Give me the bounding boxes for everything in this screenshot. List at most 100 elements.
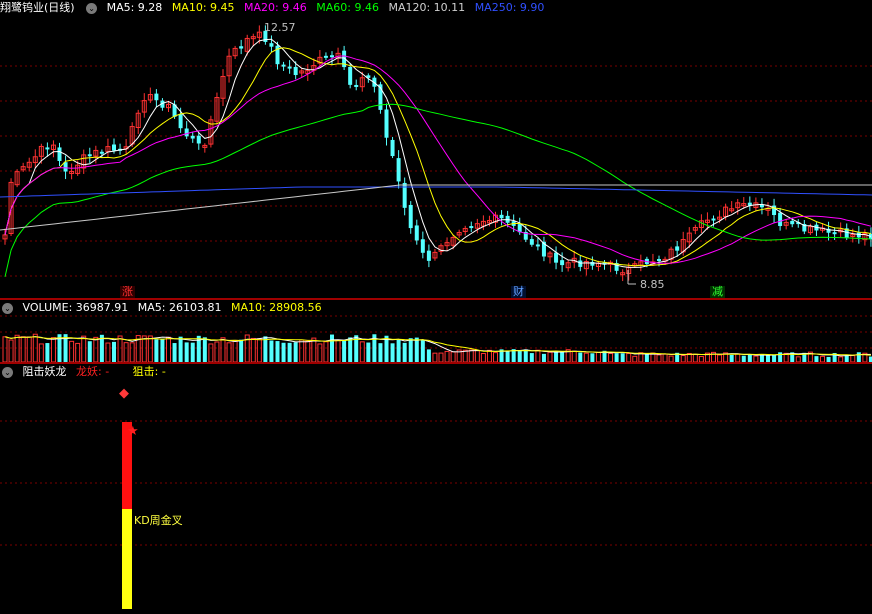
volume-bar-up	[166, 336, 171, 362]
low-price-label: 8.85	[640, 278, 665, 291]
indicator-header: ⌄ 阻击妖龙 龙妖: - 狙击: -	[0, 364, 172, 380]
candle-body-down	[112, 144, 116, 151]
volume-bar-up	[626, 353, 632, 362]
volume-bar-down	[263, 336, 268, 362]
stock-title: 翔鹭钨业(日线)	[0, 1, 75, 14]
long-yao-label: 龙妖: -	[76, 365, 110, 378]
kd-golden-cross-label: KD周金叉	[134, 514, 183, 527]
ma5-label: MA5: 9.28	[106, 1, 163, 14]
volume-bar-down	[554, 351, 559, 362]
volume-bar-down	[330, 334, 334, 362]
candle-body-down	[420, 239, 425, 253]
candle-body-down	[281, 64, 286, 67]
volume-bar-up	[317, 343, 323, 362]
ma20-line	[4, 55, 872, 264]
volume-bar-up	[480, 353, 486, 362]
candlestick-chart	[0, 25, 872, 285]
candle-body-down	[178, 114, 183, 129]
volume-options-icon[interactable]: ⌄	[2, 302, 13, 314]
snipe-label: 狙击: -	[132, 365, 166, 378]
volume-bar-up	[38, 343, 44, 362]
volume-bar-down	[184, 342, 189, 362]
volume-bar-down	[541, 353, 546, 362]
options-chevron-icon[interactable]: ⌄	[86, 2, 98, 14]
candle-body-down	[554, 252, 559, 263]
volume-bar-up	[656, 354, 662, 362]
volume-bar-up	[311, 337, 317, 362]
volume-bar-up	[305, 340, 311, 362]
candle-body-down	[99, 151, 104, 154]
indicator-options-icon[interactable]: ⌄	[2, 366, 13, 378]
candle-body-down	[354, 84, 359, 87]
volume-bar-up	[299, 339, 305, 362]
volume-bar-down	[523, 349, 528, 362]
volume-bar-down	[202, 337, 207, 362]
volume-bar-down	[856, 352, 861, 362]
candle-body-down	[499, 214, 504, 219]
candle-body-down	[778, 212, 783, 227]
volume-bar-down	[293, 342, 298, 362]
volume-bar-down	[426, 349, 431, 362]
volume-bar-up	[8, 339, 14, 362]
volume-bar-up	[81, 335, 87, 362]
price-header: 翔鹭钨业(日线) ⌄ MA5: 9.28 MA10: 9.45 MA20: 9.…	[0, 0, 550, 16]
candle-body-down	[87, 154, 92, 157]
marker-cai[interactable]: 财	[511, 286, 526, 298]
marker-zhang[interactable]: 涨	[120, 286, 135, 298]
candle-body-down	[426, 250, 431, 261]
candle-body-down	[269, 43, 274, 47]
candle-body-down	[408, 204, 413, 229]
volume-bar-up	[220, 337, 226, 362]
volume-bar-up	[129, 342, 135, 362]
volume-bar-down	[178, 336, 183, 362]
candle-body-down	[675, 246, 680, 251]
volume-bar-down	[644, 354, 649, 362]
volume-bar-up	[26, 336, 32, 362]
candle-body-down	[469, 226, 474, 229]
volume-ma10-label: MA10: 28908.56	[230, 301, 322, 314]
volume-bar-up	[214, 341, 220, 362]
candle-body-down	[529, 239, 534, 245]
candle-body-down	[560, 260, 565, 266]
volume-bar-up	[93, 336, 99, 362]
volume-bar-up	[105, 342, 111, 362]
volume-bar-down	[342, 339, 347, 362]
volume-bar-up	[462, 349, 468, 362]
marker-jian[interactable]: 减	[710, 286, 725, 298]
volume-bar-up	[250, 337, 256, 362]
volume-bar-down	[529, 353, 534, 362]
volume-bar-down	[614, 353, 619, 362]
volume-bar-up	[14, 334, 20, 362]
volume-bar-down	[729, 354, 734, 362]
volume-bar-down	[239, 339, 244, 362]
volume-bar-up	[468, 349, 474, 362]
volume-bar-down	[420, 339, 425, 362]
volume-pane: ⌄ VOLUME: 36987.91 MA5: 26103.81 MA10: 2…	[0, 300, 872, 362]
volume-bar-down	[390, 343, 395, 362]
candle-body-down	[711, 218, 716, 221]
volume-bar-down	[160, 338, 165, 362]
ma60-label: MA60: 9.46	[316, 1, 379, 14]
volume-bar-down	[275, 341, 280, 362]
volume-bar-down	[560, 352, 565, 362]
volume-bar-up	[20, 336, 26, 362]
volume-bar-down	[172, 343, 177, 362]
volume-bar-up	[595, 352, 601, 362]
volume-bar-down	[402, 342, 407, 362]
volume-bar-up	[141, 335, 147, 362]
volume-ma5-label: MA5: 26103.81	[137, 301, 222, 314]
candle-body-down	[293, 66, 298, 76]
indicator-name: 阻击妖龙	[22, 365, 67, 378]
volume-bar-up	[547, 351, 553, 362]
candle-body-down	[414, 225, 419, 241]
price-pane: 翔鹭钨业(日线) ⌄ MA5: 9.28 MA10: 9.45 MA20: 9.…	[0, 0, 872, 298]
volume-bar-up	[2, 336, 8, 362]
volume-bar-down	[505, 350, 510, 362]
volume-bar-down	[759, 354, 764, 362]
candle-body-down	[832, 232, 837, 235]
volume-bar-down	[408, 338, 413, 362]
candle-body-down	[154, 93, 159, 101]
volume-bar-down	[772, 354, 777, 362]
volume-bar-up	[117, 335, 123, 362]
ma250-line	[0, 186, 872, 198]
